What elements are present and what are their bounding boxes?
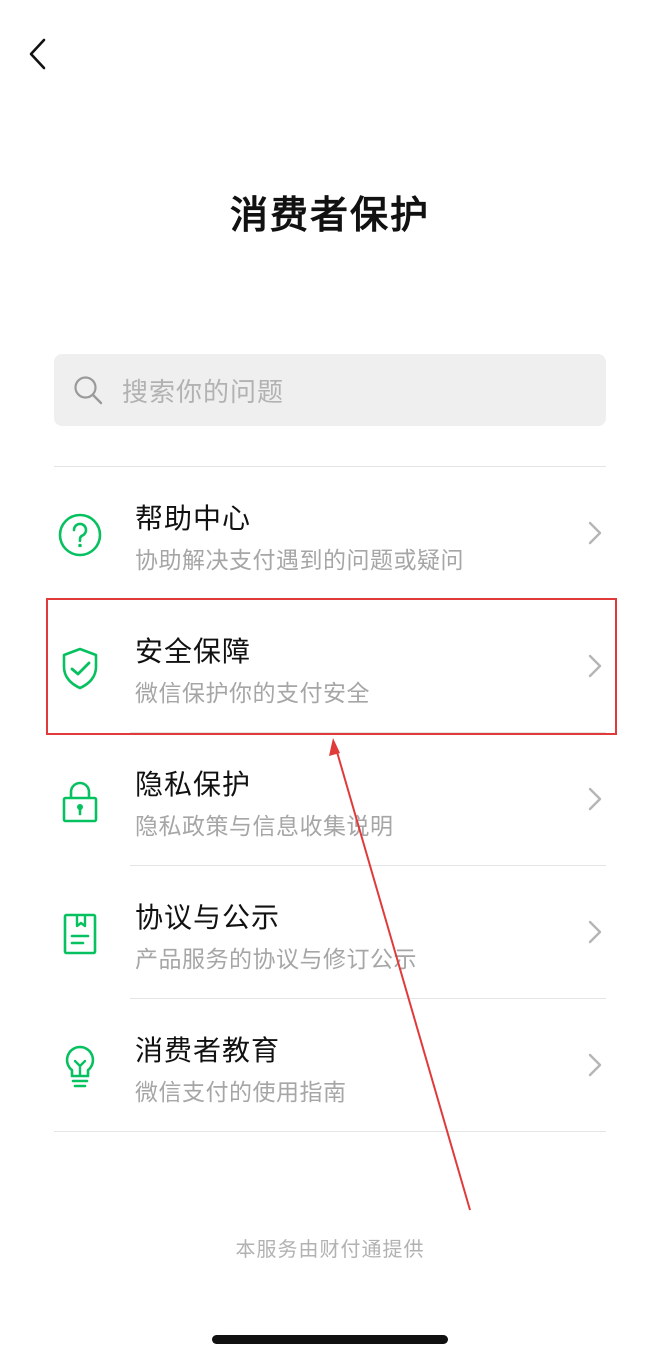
back-button[interactable] — [18, 34, 58, 74]
menu-item-title: 消费者教育 — [135, 1034, 281, 1067]
chevron-right-icon — [588, 1053, 602, 1077]
menu-item-subtitle: 微信保护你的支付安全 — [135, 681, 370, 707]
document-icon — [63, 913, 97, 955]
menu-item-subtitle: 隐私政策与信息收集说明 — [135, 814, 394, 840]
divider — [54, 1131, 606, 1132]
menu-item-title: 安全保障 — [135, 635, 252, 668]
menu-item-agreements[interactable]: 协议与公示 产品服务的协议与修订公示 — [0, 866, 660, 999]
chevron-left-icon — [29, 38, 46, 70]
footer-text: 本服务由财付通提供 — [235, 1237, 425, 1261]
menu-item-consumer-education[interactable]: 消费者教育 微信支付的使用指南 — [0, 999, 660, 1132]
menu-item-subtitle: 产品服务的协议与修订公示 — [135, 947, 417, 973]
chevron-right-icon — [588, 787, 602, 811]
shield-check-icon — [62, 647, 98, 690]
menu-item-title: 隐私保护 — [135, 768, 252, 801]
question-circle-icon — [58, 513, 102, 557]
menu-item-title: 帮助中心 — [135, 502, 252, 535]
menu-item-subtitle: 协助解决支付遇到的问题或疑问 — [135, 548, 464, 574]
search-placeholder: 搜索你的问题 — [122, 377, 285, 408]
page-title: 消费者保护 — [229, 193, 430, 237]
menu-list: 帮助中心 协助解决支付遇到的问题或疑问 安全保障 微信保护你的支付安全 隐私保护… — [0, 467, 660, 1132]
menu-item-subtitle: 微信支付的使用指南 — [135, 1080, 347, 1106]
menu-item-title: 协议与公示 — [135, 901, 281, 934]
search-input[interactable]: 搜索你的问题 — [54, 354, 606, 426]
menu-item-help-center[interactable]: 帮助中心 协助解决支付遇到的问题或疑问 — [0, 467, 660, 600]
lightbulb-icon — [65, 1045, 95, 1088]
chevron-right-icon — [588, 521, 602, 545]
menu-item-security[interactable]: 安全保障 微信保护你的支付安全 — [0, 600, 660, 733]
home-indicator[interactable] — [212, 1335, 448, 1344]
chevron-right-icon — [588, 654, 602, 678]
search-icon — [74, 376, 103, 405]
menu-item-privacy[interactable]: 隐私保护 隐私政策与信息收集说明 — [0, 733, 660, 866]
chevron-right-icon — [588, 920, 602, 944]
lock-icon — [62, 781, 98, 823]
